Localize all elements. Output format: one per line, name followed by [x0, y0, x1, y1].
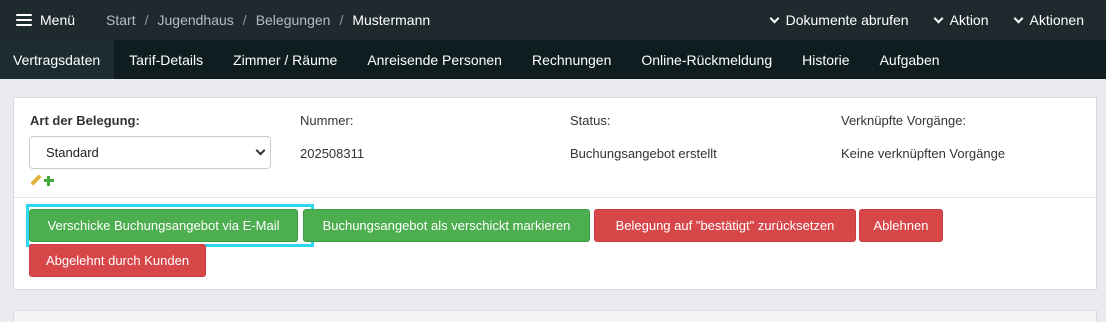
breadcrumb-start[interactable]: Start — [106, 12, 136, 28]
top-navbar: Menü Start / Jugendhaus / Belegungen / M… — [0, 0, 1106, 40]
tab-aufgaben[interactable]: Aufgaben — [865, 40, 955, 79]
art-label: Art der Belegung: — [30, 113, 140, 128]
breadcrumb: Start / Jugendhaus / Belegungen / Muster… — [106, 12, 430, 28]
breadcrumb-separator: / — [144, 12, 149, 28]
nummer-value: 202508311 — [300, 146, 365, 161]
breadcrumb-current: Mustermann — [352, 12, 431, 28]
mark-sent-button[interactable]: Buchungsangebot als verschickt markieren — [303, 209, 590, 242]
breadcrumb-belegungen[interactable]: Belegungen — [256, 12, 331, 28]
chevron-down-icon — [255, 145, 266, 156]
art-icons — [30, 175, 54, 186]
rejected-by-customer-button[interactable]: Abgelehnt durch Kunden — [29, 244, 206, 277]
vorgaenge-label: Verknüpfte Vorgänge: — [841, 113, 967, 128]
top-actions: Dokumente abrufen Aktion Aktionen — [769, 12, 1106, 28]
pencil-icon[interactable] — [30, 175, 41, 186]
hamburger-icon — [16, 14, 32, 26]
vorgaenge-field: Verknüpfte Vorgänge: Keine verknüpften V… — [841, 113, 1005, 161]
breadcrumb-separator: / — [339, 12, 344, 28]
nummer-field: Nummer: 202508311 — [300, 113, 364, 161]
tab-zimmer-raeume[interactable]: Zimmer / Räume — [218, 40, 352, 79]
menu-button[interactable]: Menü — [0, 0, 89, 40]
chevron-down-icon — [933, 13, 944, 23]
chevron-down-icon — [769, 13, 780, 23]
status-field: Status: Buchungsangebot erstellt — [570, 113, 717, 161]
actions-dropdown-label: Aktionen — [1029, 12, 1084, 28]
send-email-button[interactable]: Verschicke Buchungsangebot via E-Mail — [29, 209, 298, 242]
art-select[interactable]: Standard — [29, 136, 271, 169]
lower-panel — [13, 310, 1097, 322]
art-select-value: Standard — [46, 145, 99, 160]
actions-dropdown[interactable]: Aktionen — [1013, 12, 1084, 28]
nummer-label: Nummer: — [300, 113, 354, 128]
tab-vertragsdaten[interactable]: Vertragsdaten — [0, 40, 115, 79]
art-field: Art der Belegung: — [30, 113, 140, 128]
status-value: Buchungsangebot erstellt — [570, 146, 717, 161]
tab-historie[interactable]: Historie — [787, 40, 864, 79]
menu-label: Menü — [40, 12, 76, 28]
tab-bar: Vertragsdaten Tarif-Details Zimmer / Räu… — [0, 40, 1106, 79]
tab-tarif-details[interactable]: Tarif-Details — [114, 40, 218, 79]
status-label: Status: — [570, 113, 611, 128]
vorgaenge-value: Keine verknüpften Vorgänge — [841, 146, 1006, 161]
chevron-down-icon — [1013, 13, 1023, 23]
breadcrumb-jugendhaus[interactable]: Jugendhaus — [158, 12, 234, 28]
tab-anreisende-personen[interactable]: Anreisende Personen — [352, 40, 517, 79]
tab-rechnungen[interactable]: Rechnungen — [517, 40, 626, 79]
action-dropdown[interactable]: Aktion — [933, 12, 989, 28]
documents-dropdown[interactable]: Dokumente abrufen — [769, 12, 909, 28]
contract-fields: Art der Belegung: Standard Nummer: 20250… — [14, 98, 1096, 198]
reject-button[interactable]: Ablehnen — [859, 209, 943, 242]
action-dropdown-label: Aktion — [949, 12, 989, 28]
reset-confirmed-button[interactable]: Belegung auf "bestätigt" zurücksetzen — [594, 209, 856, 242]
tab-online-rueckmeldung[interactable]: Online-Rückmeldung — [626, 40, 787, 79]
contract-panel: Art der Belegung: Standard Nummer: 20250… — [13, 97, 1097, 290]
breadcrumb-separator: / — [242, 12, 247, 28]
plus-icon[interactable] — [44, 175, 54, 186]
documents-dropdown-label: Dokumente abrufen — [785, 12, 909, 28]
